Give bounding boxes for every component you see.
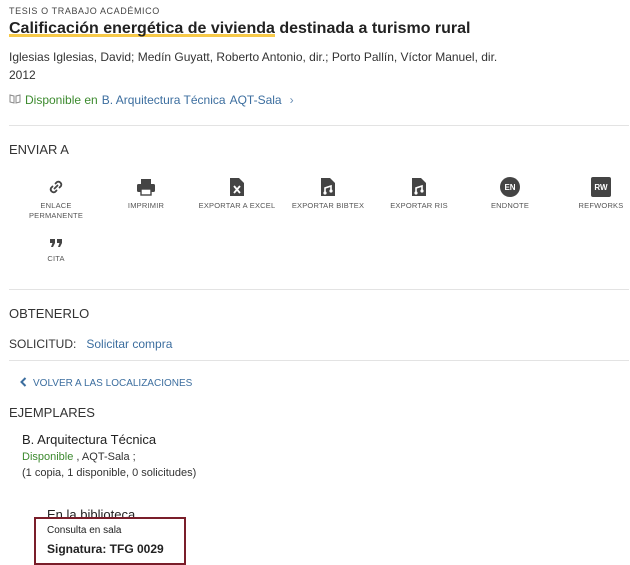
refworks-badge: RW	[591, 177, 611, 197]
availability-library[interactable]: B. Arquitectura Técnica	[102, 93, 226, 107]
divider	[9, 125, 629, 126]
send-bibtex-button[interactable]: EXPORTAR BIBTEX	[288, 176, 368, 211]
send-print-button[interactable]: IMPRIMIR	[106, 176, 186, 211]
ris-file-icon	[379, 176, 459, 198]
request-row: SOLICITUD: Solicitar compra	[9, 337, 172, 351]
bibtex-file-icon	[288, 176, 368, 198]
excel-file-icon	[197, 176, 277, 198]
loan-policy: Consulta en sala	[47, 525, 122, 536]
send-permalink-button[interactable]: ENLACE PERMANENTE	[16, 176, 96, 221]
item-counts: (1 copia, 1 disponible, 0 solicitudes)	[22, 467, 197, 479]
send-item-label: IMPRIMIR	[127, 201, 165, 210]
availability-status: Disponible en	[25, 93, 98, 107]
print-icon	[106, 176, 186, 198]
send-item-label: EXPORTAR BIBTEX	[291, 201, 365, 210]
endnote-badge: EN	[500, 177, 520, 197]
library-name: B. Arquitectura Técnica	[22, 432, 157, 447]
send-excel-button[interactable]: EXPORTAR A EXCEL	[197, 176, 277, 211]
request-label: SOLICITUD:	[9, 337, 77, 351]
back-link-label: VOLVER A LAS LOCALIZACIONES	[33, 378, 193, 389]
call-number: Signatura: TFG 0029	[47, 542, 164, 556]
send-item-label: CITA	[47, 254, 65, 263]
back-to-locations-link[interactable]: VOLVER A LAS LOCALIZACIONES	[20, 377, 192, 390]
send-refworks-button[interactable]: RW REFWORKS	[561, 176, 630, 211]
send-item-label: REFWORKS	[578, 201, 624, 210]
endnote-icon: EN	[470, 176, 550, 198]
item-location: , AQT-Sala ;	[73, 451, 136, 463]
title-rest: destinada a turismo rural	[274, 20, 471, 37]
record-title[interactable]: Calificación energética de vivienda dest…	[9, 20, 471, 38]
record-year: 2012	[9, 68, 36, 82]
title-highlighted-part: Calificación energética de vivienda	[9, 20, 275, 37]
availability-location[interactable]: AQT-Sala	[230, 93, 282, 107]
send-ris-button[interactable]: EXPORTAR RIS	[379, 176, 459, 211]
quote-icon	[16, 235, 96, 251]
divider	[9, 360, 629, 361]
chevron-left-icon	[20, 377, 27, 390]
send-endnote-button[interactable]: EN ENDNOTE	[470, 176, 550, 211]
record-authors: Iglesias Iglesias, David; Medín Guyatt, …	[9, 50, 498, 64]
items-heading: EJEMPLARES	[9, 405, 95, 420]
refworks-icon: RW	[561, 176, 630, 198]
send-to-heading: ENVIAR A	[9, 142, 69, 157]
record-type-label: TESIS O TRABAJO ACADÉMICO	[9, 6, 160, 16]
availability-line[interactable]: Disponible en B. Arquitectura Técnica AQ…	[9, 93, 294, 107]
send-item-label: ENDNOTE	[490, 201, 530, 210]
request-purchase-link[interactable]: Solicitar compra	[86, 337, 172, 351]
send-item-label: EXPORTAR A EXCEL	[198, 201, 276, 210]
book-icon	[9, 93, 21, 107]
item-status: Disponible	[22, 451, 74, 463]
get-it-heading: OBTENERLO	[9, 306, 90, 321]
send-cite-button[interactable]: CITA	[16, 235, 96, 264]
link-icon	[16, 176, 96, 198]
item-status-line: Disponible , AQT-Sala ;	[22, 451, 136, 463]
chevron-right-icon: ›	[289, 93, 294, 107]
send-item-label: ENLACE PERMANENTE	[28, 201, 84, 220]
divider	[9, 289, 629, 290]
send-item-label: EXPORTAR RIS	[390, 201, 448, 210]
